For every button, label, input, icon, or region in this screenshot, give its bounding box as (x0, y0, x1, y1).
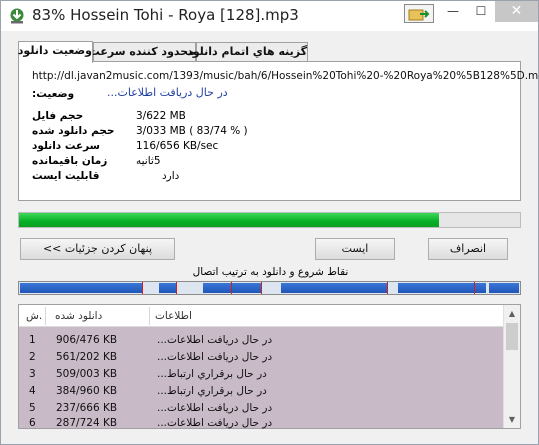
row-info: در حال دریافت اطلاعات... (157, 402, 273, 414)
segment-1 (20, 283, 142, 293)
segment-4 (281, 283, 387, 293)
window-title: 83% Hossein Tohi - Roya [128].mp3 (32, 6, 299, 24)
row-info: در حال دریافت اطلاعات... (157, 351, 273, 363)
table-row[interactable]: 1 906/476 KB در حال دریافت اطلاعات... (19, 332, 502, 349)
row-downloaded: 384/960 KB (56, 385, 118, 397)
segments-caption: نقاط شروع و دانلود به ترتیب اتصال (192, 266, 349, 278)
connection-segments-bar (18, 281, 521, 295)
idm-app-icon (10, 8, 24, 24)
tab-download-status[interactable]: وضعیت دانلود (18, 41, 93, 63)
table-scrollbar[interactable]: ▲ ▼ (503, 305, 520, 428)
row-info: در حال برقراري ارتباط... (157, 385, 267, 397)
downloaded-size-label: حجم دانلود شده (32, 125, 115, 137)
segment-marker (261, 282, 262, 294)
table-header: ش. دانلود شده اطلاعات (19, 305, 520, 327)
tab-speed-limiter[interactable]: محدود کننده سرعت (89, 42, 196, 62)
segment-marker (387, 282, 388, 294)
column-number[interactable]: ش. (26, 310, 42, 322)
row-number: 2 (29, 351, 36, 363)
column-divider[interactable] (149, 307, 150, 325)
column-divider[interactable] (45, 307, 46, 325)
tab-strip: وضعیت دانلود محدود کننده سرعت گزینه هاي … (18, 41, 518, 63)
segment-2 (159, 283, 176, 293)
close-button[interactable]: ✕ (495, 1, 538, 22)
table-row[interactable]: 6 287/724 KB در حال دریافت اطلاعات... (19, 415, 502, 432)
file-size-value: 3/622 MB (136, 110, 186, 122)
row-number: 5 (29, 402, 36, 414)
segment-marker (474, 282, 475, 294)
folder-arrow-icon (408, 9, 430, 21)
open-folder-button[interactable] (404, 4, 434, 23)
minimize-button[interactable]: — (439, 1, 467, 22)
download-speed-value: 116/656 KB/sec (136, 140, 219, 152)
row-number: 6 (29, 417, 36, 429)
segment-marker (142, 282, 143, 294)
tab-completion-options[interactable]: گزینه هاي اتمام دانلود (187, 42, 308, 62)
segment-marker (176, 282, 177, 294)
row-info: در حال دریافت اطلاعات... (157, 417, 273, 429)
row-number: 1 (29, 334, 36, 346)
row-info: در حال برقراري ارتباط... (157, 368, 267, 380)
maximize-button[interactable]: ☐ (467, 1, 495, 22)
cancel-button[interactable]: انصراف (428, 238, 508, 260)
connections-table: ش. دانلود شده اطلاعات 1 906/476 KB در حا… (18, 304, 521, 429)
status-value: در حال دریافت اطلاعات... (107, 86, 228, 99)
segment-marker (231, 282, 232, 294)
pause-button[interactable]: ایست (315, 238, 395, 260)
column-downloaded[interactable]: دانلود شده (55, 310, 102, 322)
time-left-value: 5ثانیه (136, 155, 161, 167)
file-size-label: حجم فایل (32, 110, 84, 122)
row-downloaded: 906/476 KB (56, 334, 118, 346)
downloaded-size-value: 3/033 MB ( 83/74 % ) (136, 125, 248, 137)
segment-6 (489, 283, 519, 293)
table-row[interactable]: 2 561/202 KB در حال دریافت اطلاعات... (19, 349, 502, 366)
hide-details-button[interactable]: پنهان کردن جزئیات >> (20, 238, 175, 260)
download-progress-window: 83% Hossein Tohi - Roya [128].mp3 — ☐ ✕ … (0, 0, 539, 445)
title-bar[interactable]: 83% Hossein Tohi - Roya [128].mp3 — ☐ ✕ (1, 1, 538, 31)
row-downloaded: 509/003 KB (56, 368, 118, 380)
progress-fill (19, 213, 439, 227)
segment-3 (203, 283, 261, 293)
row-downloaded: 561/202 KB (56, 351, 118, 363)
row-number: 3 (29, 368, 36, 380)
status-label: وضعیت: (32, 88, 75, 100)
scrollbar-thumb[interactable] (506, 323, 518, 350)
download-url: http://dl.javan2music.com/1393/music/bah… (32, 70, 539, 82)
segment-5 (398, 283, 486, 293)
row-info: در حال دریافت اطلاعات... (157, 334, 273, 346)
column-info[interactable]: اطلاعات (155, 310, 192, 322)
status-panel: http://dl.javan2music.com/1393/music/bah… (18, 61, 539, 201)
table-row[interactable]: 4 384/960 KB در حال برقراري ارتباط... (19, 383, 502, 400)
row-number: 4 (29, 385, 36, 397)
resume-capability-value: دارد (162, 170, 180, 182)
time-left-label: زمان باقیمانده (32, 155, 108, 167)
resume-capability-label: قابلیت ایست (32, 170, 100, 182)
row-downloaded: 287/724 KB (56, 417, 118, 429)
download-speed-label: سرعت دانلود (32, 140, 100, 152)
table-row[interactable]: 3 509/003 KB در حال برقراري ارتباط... (19, 366, 502, 383)
scroll-down-arrow-icon[interactable]: ▼ (504, 411, 520, 428)
scroll-up-arrow-icon[interactable]: ▲ (504, 305, 520, 322)
row-downloaded: 237/666 KB (56, 402, 118, 414)
download-progress-bar (18, 212, 521, 228)
